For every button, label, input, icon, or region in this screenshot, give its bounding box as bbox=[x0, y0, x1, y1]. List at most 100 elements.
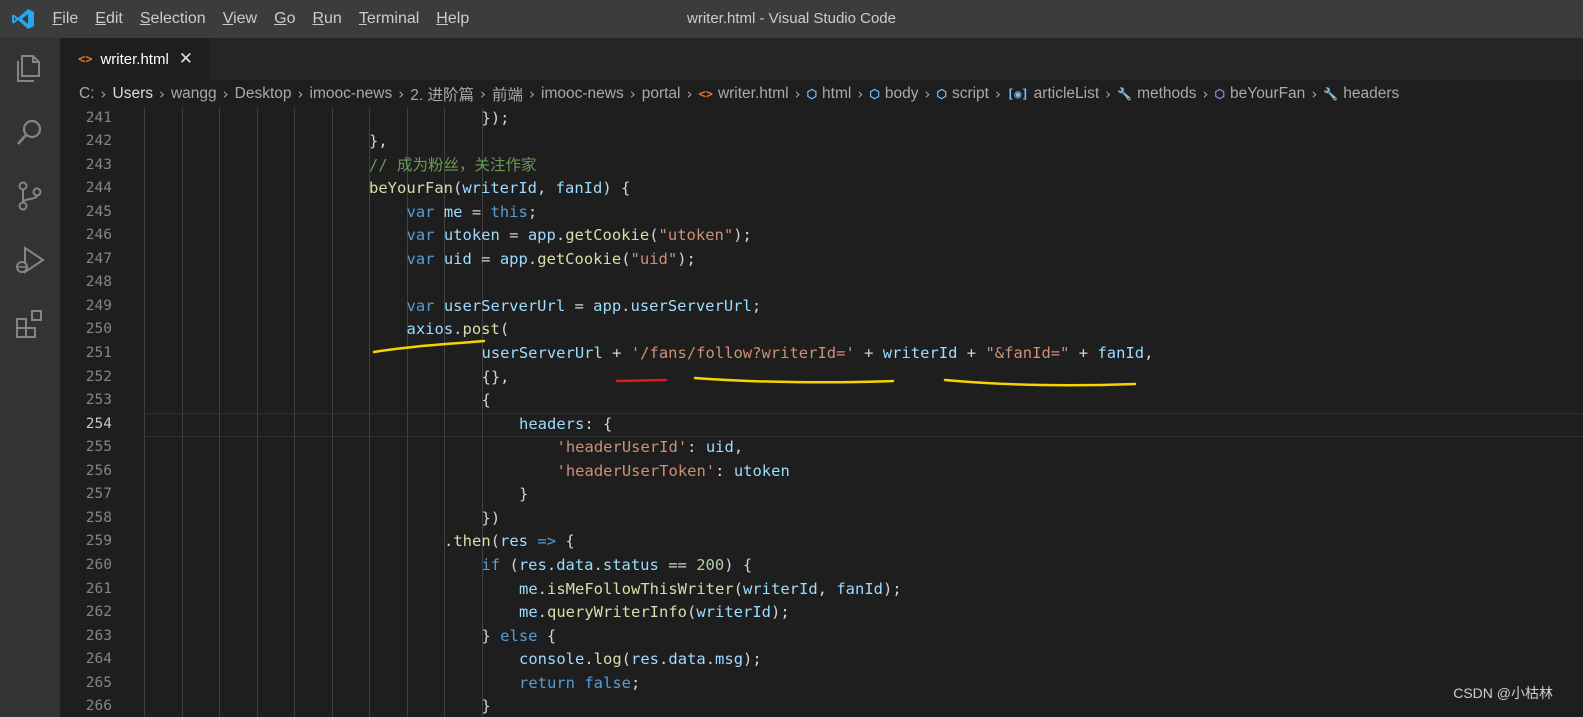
breadcrumb-item[interactable]: 前端 bbox=[492, 83, 523, 105]
line-number: 242 bbox=[85, 133, 112, 150]
breadcrumb-item[interactable]: portal bbox=[642, 85, 681, 103]
code-line[interactable]: 258}) bbox=[60, 507, 1583, 531]
code-line[interactable]: 255 'headerUserId': uid, bbox=[60, 436, 1583, 460]
menu-item-help[interactable]: Help bbox=[428, 0, 478, 38]
breadcrumb-item[interactable]: 🔧 methods bbox=[1117, 85, 1196, 103]
code-line[interactable]: 242}, bbox=[60, 130, 1583, 154]
html-file-icon: <> bbox=[698, 87, 713, 101]
line-number: 250 bbox=[85, 321, 112, 338]
code-line[interactable]: 247 var uid = app.getCookie("uid"); bbox=[60, 248, 1583, 272]
breadcrumb-separator: › bbox=[1105, 85, 1112, 103]
code-line[interactable]: 259 .then(res => { bbox=[60, 530, 1583, 554]
code-line[interactable]: 264 console.log(res.data.msg); bbox=[60, 648, 1583, 672]
code-text: headers: { bbox=[519, 414, 613, 433]
breadcrumb-separator: › bbox=[297, 85, 304, 103]
line-number: 258 bbox=[85, 509, 112, 526]
line-number: 261 bbox=[85, 580, 112, 597]
code-text: var uid = app.getCookie("uid"); bbox=[406, 249, 696, 268]
breadcrumb-separator: › bbox=[479, 85, 486, 103]
menu-item-terminal[interactable]: Terminal bbox=[350, 0, 427, 38]
tab-writer-html[interactable]: <> writer.html ✕ bbox=[60, 38, 210, 80]
code-line[interactable]: 251 userServerUrl + '/fans/follow?writerI… bbox=[60, 342, 1583, 366]
code-text: var me = this; bbox=[406, 202, 538, 221]
line-number: 255 bbox=[85, 439, 112, 456]
code-text: beYourFan(writerId, fanId) { bbox=[369, 179, 631, 198]
code-line[interactable]: 252 {}, bbox=[60, 366, 1583, 390]
breadcrumb-item[interactable]: ⬡ html bbox=[807, 85, 852, 103]
code-line[interactable]: 244 beYourFan(writerId, fanId) { bbox=[60, 177, 1583, 201]
code-editor[interactable]: 241}); 242}, 243// 成为粉丝，关注作家 244 beYourFan(w… bbox=[60, 108, 1583, 717]
source-control-icon[interactable] bbox=[12, 178, 48, 214]
breadcrumb-separator: › bbox=[686, 85, 693, 103]
element-icon: ⬡ bbox=[869, 87, 880, 101]
code-text: 'headerUserId': uid, bbox=[556, 438, 744, 457]
run-debug-icon[interactable] bbox=[12, 242, 48, 278]
breadcrumb-item[interactable]: ⬡ script bbox=[936, 85, 989, 103]
line-number: 265 bbox=[85, 674, 112, 691]
menu-item-selection[interactable]: Selection bbox=[131, 0, 214, 38]
code-text: } else { bbox=[481, 626, 557, 645]
breadcrumb-item[interactable]: imooc-news bbox=[541, 85, 624, 103]
code-line[interactable]: 263 } else { bbox=[60, 625, 1583, 649]
code-line[interactable]: 257} bbox=[60, 483, 1583, 507]
close-icon[interactable]: ✕ bbox=[179, 49, 193, 69]
code-line[interactable]: 260 if (res.data.status == 200) { bbox=[60, 554, 1583, 578]
code-line[interactable]: 266} bbox=[60, 695, 1583, 717]
line-number: 254 bbox=[85, 415, 112, 432]
breadcrumb-item[interactable]: [◉] articleList bbox=[1007, 85, 1099, 103]
menu-item-view[interactable]: View bbox=[214, 0, 265, 38]
menu-item-edit[interactable]: Edit bbox=[87, 0, 132, 38]
breadcrumb-separator: › bbox=[222, 85, 229, 103]
code-line[interactable]: 243 // 成为粉丝，关注作家 bbox=[60, 154, 1583, 178]
line-number: 246 bbox=[85, 227, 112, 244]
breadcrumb-item[interactable]: 🔧 headers bbox=[1323, 85, 1399, 103]
code-line[interactable]: 250 axios.post( bbox=[60, 318, 1583, 342]
breadcrumb-item[interactable]: <> writer.html bbox=[698, 85, 788, 103]
line-number: 252 bbox=[85, 368, 112, 385]
code-text: // 成为粉丝，关注作家 bbox=[369, 155, 537, 174]
code-line[interactable]: 241}); bbox=[60, 108, 1583, 130]
code-line[interactable]: 254 headers: { bbox=[60, 413, 1583, 437]
breadcrumb-separator: › bbox=[158, 85, 165, 103]
code-line[interactable]: 248 bbox=[60, 271, 1583, 295]
code-text: return false; bbox=[519, 673, 641, 692]
code-line[interactable]: 262 me.queryWriterInfo(writerId); bbox=[60, 601, 1583, 625]
breadcrumb-item[interactable]: ⬡ body bbox=[869, 85, 918, 103]
breadcrumb-item[interactable]: Users bbox=[113, 85, 153, 103]
breadcrumb-item[interactable]: imooc-news bbox=[310, 85, 393, 103]
line-number: 249 bbox=[85, 297, 112, 314]
code-line[interactable]: 246 var utoken = app.getCookie("utoken"); bbox=[60, 224, 1583, 248]
code-line[interactable]: 249 var userServerUrl = app.userServerUrl… bbox=[60, 295, 1583, 319]
line-number: 244 bbox=[85, 180, 112, 197]
search-icon[interactable] bbox=[12, 114, 48, 150]
breadcrumb-item[interactable]: C: bbox=[79, 85, 95, 103]
breadcrumb-separator: › bbox=[857, 85, 864, 103]
editor-tab-bar: <> writer.html ✕ bbox=[60, 38, 1583, 80]
menu-item-go[interactable]: Go bbox=[266, 0, 304, 38]
line-number: 245 bbox=[85, 203, 112, 220]
menu-item-run[interactable]: Run bbox=[304, 0, 350, 38]
code-line[interactable]: 256 'headerUserToken': utoken bbox=[60, 460, 1583, 484]
code-text: }, bbox=[369, 132, 388, 151]
breadcrumb-item[interactable]: ⬡ beYourFan bbox=[1215, 85, 1306, 103]
breadcrumb-item[interactable]: 2. 进阶篇 bbox=[410, 83, 474, 105]
line-number: 259 bbox=[85, 533, 112, 550]
html-file-icon: <> bbox=[78, 52, 93, 66]
code-text: }); bbox=[481, 108, 510, 127]
breadcrumb-separator: › bbox=[994, 85, 1001, 103]
breadcrumb-item[interactable]: Desktop bbox=[235, 85, 292, 103]
menu-item-file[interactable]: File bbox=[44, 0, 87, 38]
code-line[interactable]: 245 var me = this; bbox=[60, 201, 1583, 225]
code-text: }) bbox=[481, 508, 501, 527]
extensions-icon[interactable] bbox=[12, 306, 48, 342]
code-line[interactable]: 265 return false; bbox=[60, 672, 1583, 696]
line-number: 263 bbox=[85, 627, 112, 644]
code-text: me.isMeFollowThisWriter(writerId, fanId)… bbox=[519, 579, 902, 598]
explorer-files-icon[interactable] bbox=[12, 50, 48, 86]
line-number: 264 bbox=[85, 651, 112, 668]
code-text: me.queryWriterInfo(writerId); bbox=[519, 603, 790, 622]
line-number: 260 bbox=[85, 556, 112, 573]
code-line[interactable]: 253 { bbox=[60, 389, 1583, 413]
code-line[interactable]: 261 me.isMeFollowThisWriter(writerId, fan… bbox=[60, 578, 1583, 602]
breadcrumb-item[interactable]: wangg bbox=[171, 85, 217, 103]
